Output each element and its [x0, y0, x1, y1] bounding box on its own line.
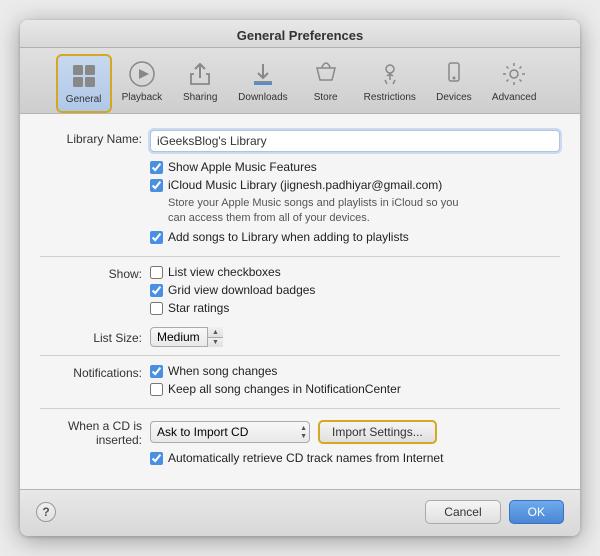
cd-controls: Ask to Import CD Begin Playing Import CD…: [150, 420, 560, 444]
playback-icon: [126, 58, 158, 90]
list-view-checkbox[interactable]: [150, 266, 163, 279]
cd-content: Ask to Import CD Begin Playing Import CD…: [150, 420, 560, 444]
auto-retrieve-checkbox[interactable]: [150, 452, 163, 465]
options-content: Show Apple Music Features iCloud Music L…: [150, 160, 560, 249]
sharing-icon: [184, 58, 216, 90]
tab-sharing-label: Sharing: [183, 92, 217, 103]
add-songs-checkbox[interactable]: [150, 231, 163, 244]
tab-restrictions-label: Restrictions: [364, 92, 416, 103]
notifications-content: When song changes Keep all song changes …: [150, 364, 560, 400]
icloud-checkbox[interactable]: [150, 179, 163, 192]
store-icon: [310, 58, 342, 90]
icloud-label: iCloud Music Library (jignesh.padhiyar@g…: [168, 178, 442, 192]
list-size-content: Small Medium Large ▲ ▼: [150, 327, 560, 347]
stepper-down[interactable]: ▼: [208, 338, 223, 348]
cancel-button[interactable]: Cancel: [425, 500, 500, 524]
list-size-row: List Size: Small Medium Large ▲ ▼: [40, 327, 560, 347]
show-apple-music-label: Show Apple Music Features: [168, 160, 317, 174]
show-label: Show:: [40, 265, 150, 281]
show-apple-music-checkbox[interactable]: [150, 161, 163, 174]
keep-all-row: Keep all song changes in NotificationCen…: [150, 382, 560, 396]
downloads-icon: [247, 58, 279, 90]
show-apple-music-row: Show Apple Music Features: [150, 160, 560, 174]
tab-downloads-label: Downloads: [238, 92, 287, 103]
cd-select-wrap: Ask to Import CD Begin Playing Import CD…: [150, 421, 310, 443]
window-title: General Preferences: [237, 28, 363, 43]
cd-label: When a CD is inserted:: [40, 417, 150, 447]
cd-inserted-row: When a CD is inserted: Ask to Import CD …: [40, 417, 560, 447]
library-name-row: Library Name:: [40, 130, 560, 152]
icloud-row: iCloud Music Library (jignesh.padhiyar@g…: [150, 178, 560, 192]
when-song-checkbox[interactable]: [150, 365, 163, 378]
tab-devices[interactable]: Devices: [426, 54, 482, 113]
icloud-desc: Store your Apple Music songs and playlis…: [168, 196, 560, 227]
list-view-row: List view checkboxes: [150, 265, 560, 279]
add-songs-row: Add songs to Library when adding to play…: [150, 230, 560, 244]
general-icon: [68, 60, 100, 92]
keep-all-label: Keep all song changes in NotificationCen…: [168, 382, 401, 396]
show-row: Show: List view checkboxes Grid view dow…: [40, 265, 560, 319]
stepper-up[interactable]: ▲: [208, 327, 223, 338]
notifications-label: Notifications:: [40, 364, 150, 380]
action-buttons: Cancel OK: [425, 500, 564, 524]
content-area: Library Name: Show Apple Music Features …: [20, 114, 580, 490]
tab-general-label: General: [66, 94, 102, 105]
grid-view-checkbox[interactable]: [150, 284, 163, 297]
tab-advanced[interactable]: Advanced: [484, 54, 544, 113]
ok-button[interactable]: OK: [509, 500, 564, 524]
tab-general[interactable]: General: [56, 54, 112, 113]
cd-select[interactable]: Ask to Import CD Begin Playing Import CD…: [150, 421, 310, 443]
auto-retrieve-checkbox-row: Automatically retrieve CD track names fr…: [150, 451, 560, 465]
tab-restrictions[interactable]: Restrictions: [356, 54, 424, 113]
list-size-select-wrap: Small Medium Large ▲ ▼: [150, 327, 223, 347]
list-view-label: List view checkboxes: [168, 265, 281, 279]
tab-store[interactable]: Store: [298, 54, 354, 113]
tab-playback[interactable]: Playback: [114, 54, 171, 113]
tab-store-label: Store: [314, 92, 338, 103]
list-size-label: List Size:: [40, 329, 150, 345]
import-settings-button[interactable]: Import Settings...: [318, 420, 437, 444]
divider-3: [40, 408, 560, 409]
star-ratings-checkbox[interactable]: [150, 302, 163, 315]
help-button[interactable]: ?: [36, 502, 56, 522]
when-song-row: When song changes: [150, 364, 560, 378]
auto-retrieve-content: Automatically retrieve CD track names fr…: [150, 451, 560, 469]
devices-icon: [438, 58, 470, 90]
tab-sharing[interactable]: Sharing: [172, 54, 228, 113]
restrictions-icon: [374, 58, 406, 90]
tab-devices-label: Devices: [436, 92, 472, 103]
add-songs-label: Add songs to Library when adding to play…: [168, 230, 409, 244]
grid-view-label: Grid view download badges: [168, 283, 315, 297]
advanced-icon: [498, 58, 530, 90]
tab-advanced-label: Advanced: [492, 92, 536, 103]
titlebar: General Preferences: [20, 20, 580, 48]
star-ratings-label: Star ratings: [168, 301, 229, 315]
auto-retrieve-row: Automatically retrieve CD track names fr…: [40, 451, 560, 469]
list-size-stepper: ▲ ▼: [207, 327, 223, 347]
bottom-bar: ? Cancel OK: [20, 489, 580, 536]
library-name-label: Library Name:: [40, 130, 150, 146]
keep-all-checkbox[interactable]: [150, 383, 163, 396]
grid-view-row: Grid view download badges: [150, 283, 560, 297]
tab-playback-label: Playback: [122, 92, 163, 103]
toolbar: General Playback Sharing: [20, 48, 580, 114]
auto-retrieve-label: Automatically retrieve CD track names fr…: [168, 451, 443, 465]
star-ratings-row: Star ratings: [150, 301, 560, 315]
divider-2: [40, 355, 560, 356]
tab-downloads[interactable]: Downloads: [230, 54, 295, 113]
options-row: Show Apple Music Features iCloud Music L…: [40, 160, 560, 249]
divider-1: [40, 256, 560, 257]
library-name-input[interactable]: [150, 130, 560, 152]
when-song-label: When song changes: [168, 364, 277, 378]
notifications-row: Notifications: When song changes Keep al…: [40, 364, 560, 400]
show-content: List view checkboxes Grid view download …: [150, 265, 560, 319]
preferences-window: General Preferences General Playb: [20, 20, 580, 537]
library-name-content: [150, 130, 560, 152]
